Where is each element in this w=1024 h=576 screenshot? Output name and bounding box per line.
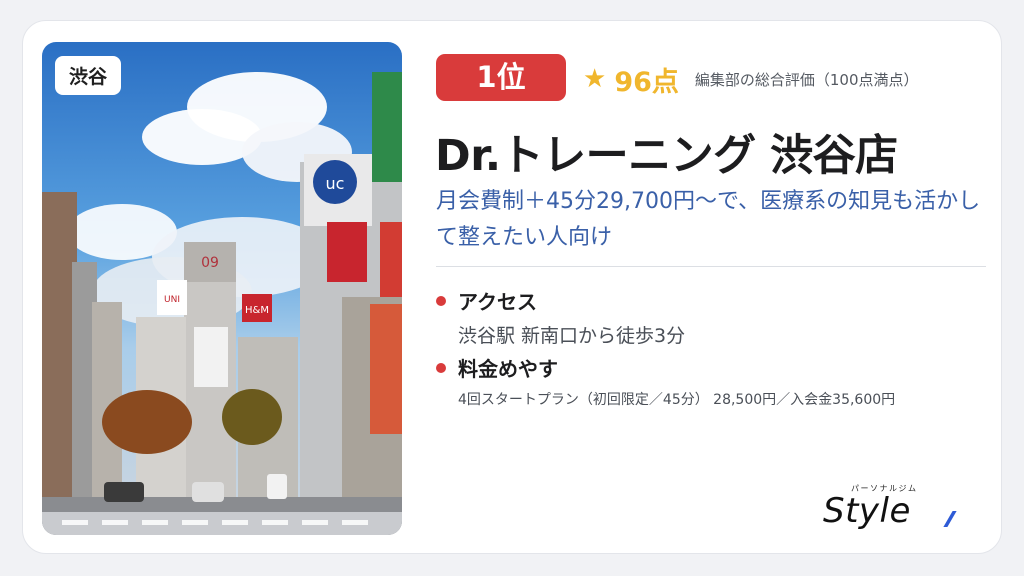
logo-mark-icon [943, 511, 957, 527]
divider [436, 266, 986, 267]
logo-word: Style [823, 491, 911, 531]
star-icon: ★ [583, 64, 607, 94]
style-logo: パーソナルジム Style [823, 483, 963, 533]
bullet-dot-icon [436, 362, 446, 373]
score-caption: 編集部の総合評価（100点満点） [694, 70, 919, 89]
area-badge: 渋谷 [55, 56, 122, 95]
price-heading: 料金めやす [458, 357, 558, 381]
svg-text:09: 09 [201, 255, 219, 271]
access-text: 渋谷駅 新南口から徒歩3分 [458, 325, 686, 347]
gym-card: 09 UNI H&M uc 渋谷 1位 ★ 96点 編集部の総合評価（100点満… [22, 20, 1002, 554]
rank-badge: 1位 [436, 54, 566, 101]
catch-copy: 月会費制＋45分29,700円〜で、医療系の知見も活かして整えたい人向け [436, 189, 981, 250]
svg-text:uc: uc [326, 174, 345, 193]
shibuya-photo: 09 UNI H&M uc 渋谷 [42, 42, 402, 535]
access-heading: アクセス [458, 290, 537, 314]
shop-name: Dr.トレーニング 渋谷店 [435, 131, 898, 181]
bullet-dot-icon [436, 295, 446, 306]
svg-text:H&M: H&M [245, 305, 269, 316]
access-section: アクセス 渋谷駅 新南口から徒歩3分 [436, 286, 685, 348]
score-row: ★ 96点 編集部の総合評価（100点満点） [583, 59, 919, 99]
svg-text:UNI: UNI [164, 295, 180, 305]
price-text: 4回スタートプラン（初回限定／45分） 28,500円／入会金35,600円 [458, 392, 896, 408]
city-illustration: 09 UNI H&M uc [42, 72, 402, 535]
score-value: 96点 [614, 66, 679, 98]
price-section: 料金めやす 4回スタートプラン（初回限定／45分） 28,500円／入会金35,… [436, 353, 895, 409]
